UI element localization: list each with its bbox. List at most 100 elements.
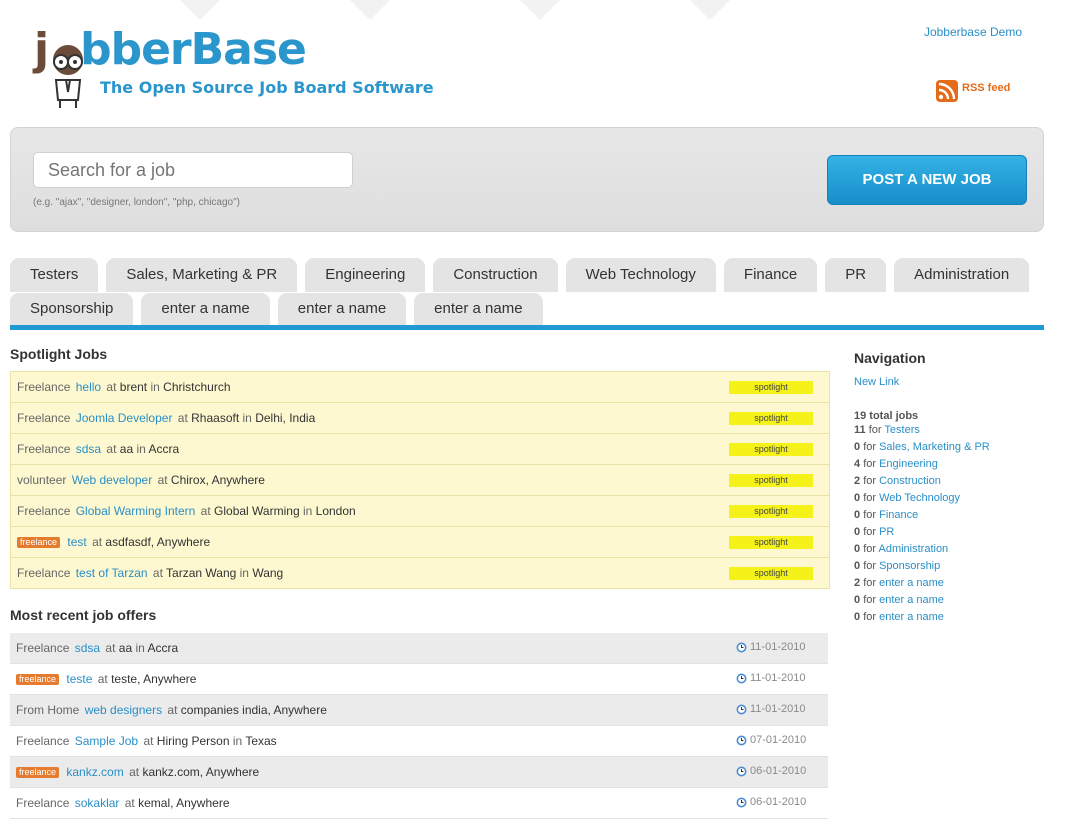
tab-sponsorship[interactable]: Sponsorship xyxy=(10,293,134,325)
category-count-item: 0 for Sponsorship xyxy=(854,560,941,572)
job-title-link[interactable]: web designers xyxy=(85,703,162,717)
company: Chirox, Anywhere xyxy=(170,473,265,487)
posted-date: 06-01-2010 xyxy=(736,788,806,816)
job-title-link[interactable]: hello xyxy=(76,380,101,394)
tabs-underline xyxy=(10,325,1044,330)
category-tabs-row-2: Sponsorship enter a name enter a name en… xyxy=(10,293,551,325)
category-count-item: 0 for enter a name xyxy=(854,611,944,623)
category-count-item: 0 for Sales, Marketing & PR xyxy=(854,441,990,453)
job-type: Freelance xyxy=(17,442,71,456)
company: kankz.com, Anywhere xyxy=(142,765,260,779)
category-link[interactable]: enter a name xyxy=(879,594,944,606)
posted-date: 07-01-2010 xyxy=(736,726,806,754)
category-link[interactable]: Testers xyxy=(884,424,919,436)
job-title-link[interactable]: sdsa xyxy=(76,442,101,456)
recent-row: freelance teste at teste, Anywhere 11-01… xyxy=(10,664,828,695)
tab-finance[interactable]: Finance xyxy=(723,258,818,292)
search-hint: (e.g. "ajax", "designer, london", "php, … xyxy=(33,197,240,208)
clock-icon xyxy=(736,797,747,807)
tab-enter-a-name-3[interactable]: enter a name xyxy=(414,293,543,325)
job-title-link[interactable]: Sample Job xyxy=(75,734,138,748)
tab-administration[interactable]: Administration xyxy=(894,258,1030,292)
job-type: Freelance xyxy=(16,734,70,748)
category-link[interactable]: Administration xyxy=(878,543,948,555)
category-tabs-row-1: Testers Sales, Marketing & PR Engineerin… xyxy=(10,258,1037,292)
logo-tagline: The Open Source Job Board Software xyxy=(100,78,434,97)
freelance-badge: freelance xyxy=(17,537,61,548)
location: Texas xyxy=(245,734,277,748)
category-count-item: 0 for PR xyxy=(854,526,895,538)
category-link[interactable]: PR xyxy=(879,526,894,538)
new-link[interactable]: New Link xyxy=(854,376,1054,388)
rss-feed-link[interactable]: RSS feed xyxy=(936,80,1010,102)
tab-enter-a-name-1[interactable]: enter a name xyxy=(141,293,270,325)
company: teste, Anywhere xyxy=(111,672,197,686)
demo-link[interactable]: Jobberbase Demo xyxy=(924,25,1022,39)
clock-icon xyxy=(736,766,747,776)
date-text: 07-01-2010 xyxy=(750,734,807,746)
category-count-item: 0 for Web Technology xyxy=(854,492,961,504)
at-label: at xyxy=(157,473,168,487)
in-label: in xyxy=(302,504,313,518)
category-link[interactable]: Sponsorship xyxy=(879,560,940,572)
posted-date: 11-01-2010 xyxy=(736,633,805,661)
job-title-link[interactable]: Joomla Developer xyxy=(76,411,173,425)
freelance-badge: freelance xyxy=(16,674,60,685)
job-title-link[interactable]: kankz.com xyxy=(66,765,123,779)
category-link[interactable]: Web Technology xyxy=(879,492,960,504)
job-type: Freelance xyxy=(16,641,70,655)
tab-enter-a-name-2[interactable]: enter a name xyxy=(277,293,407,325)
job-title-link[interactable]: teste xyxy=(66,672,92,686)
category-link[interactable]: Finance xyxy=(879,509,918,521)
company: kemal, Anywhere xyxy=(138,796,230,810)
job-title-link[interactable]: sokaklar xyxy=(75,796,120,810)
job-title-link[interactable]: test xyxy=(67,535,86,549)
clock-icon xyxy=(736,704,747,714)
tab-sales-marketing-pr[interactable]: Sales, Marketing & PR xyxy=(106,258,298,292)
at-label: at xyxy=(177,411,188,425)
job-title-link[interactable]: Global Warming Intern xyxy=(76,504,196,518)
tab-engineering[interactable]: Engineering xyxy=(305,258,426,292)
category-link[interactable]: enter a name xyxy=(879,577,944,589)
spotlight-badge: spotlight xyxy=(729,536,813,549)
tab-pr[interactable]: PR xyxy=(825,258,887,292)
company: companies india, Anywhere xyxy=(180,703,327,717)
date-text: 11-01-2010 xyxy=(750,703,806,715)
job-title-link[interactable]: Web developer xyxy=(72,473,153,487)
category-link[interactable]: Construction xyxy=(879,475,941,487)
in-label: in xyxy=(150,380,160,394)
category-link[interactable]: Engineering xyxy=(879,458,938,470)
at-label: at xyxy=(92,535,103,549)
location: London xyxy=(315,504,356,518)
spotlight-badge: spotlight xyxy=(729,381,813,394)
navigation-sidebar: Navigation New Link 19 total jobs 11 for… xyxy=(854,350,1054,626)
location: Accra xyxy=(147,641,179,655)
tab-testers[interactable]: Testers xyxy=(10,258,99,292)
tab-construction[interactable]: Construction xyxy=(433,258,558,292)
total-jobs: 19 total jobs xyxy=(854,410,919,422)
in-label: in xyxy=(242,411,252,425)
spotlight-list: Freelance hello at brent in Christchurch… xyxy=(10,371,830,589)
at-label: at xyxy=(124,796,135,810)
company: brent xyxy=(119,380,148,394)
category-count-item: 0 for Administration xyxy=(854,543,949,555)
category-counts: 11 for Testers 0 for Sales, Marketing & … xyxy=(854,422,1054,626)
job-title-link[interactable]: sdsa xyxy=(75,641,100,655)
recent-heading: Most recent job offers xyxy=(10,607,157,623)
location: Wang xyxy=(252,566,284,580)
recent-list: Freelance sdsa at aa in Accra 11-01-2010… xyxy=(10,633,828,819)
search-input[interactable] xyxy=(33,152,353,188)
location: Delhi, India xyxy=(255,411,316,425)
freelance-badge: freelance xyxy=(16,767,60,778)
site-logo[interactable]: j bberBase The Open Source Job Board Soft… xyxy=(34,24,454,114)
category-link[interactable]: enter a name xyxy=(879,611,944,623)
category-link[interactable]: Sales, Marketing & PR xyxy=(879,441,990,453)
job-title-link[interactable]: test of Tarzan xyxy=(76,566,148,580)
tab-web-technology[interactable]: Web Technology xyxy=(565,258,716,292)
post-new-job-button[interactable]: POST A NEW JOB xyxy=(827,155,1027,205)
spotlight-row: volunteer Web developer at Chirox, Anywh… xyxy=(11,465,829,496)
company: Tarzan Wang xyxy=(166,566,237,580)
navigation-heading: Navigation xyxy=(854,350,926,366)
company: aa xyxy=(118,641,133,655)
category-count-item: 11 for Testers xyxy=(854,424,920,436)
